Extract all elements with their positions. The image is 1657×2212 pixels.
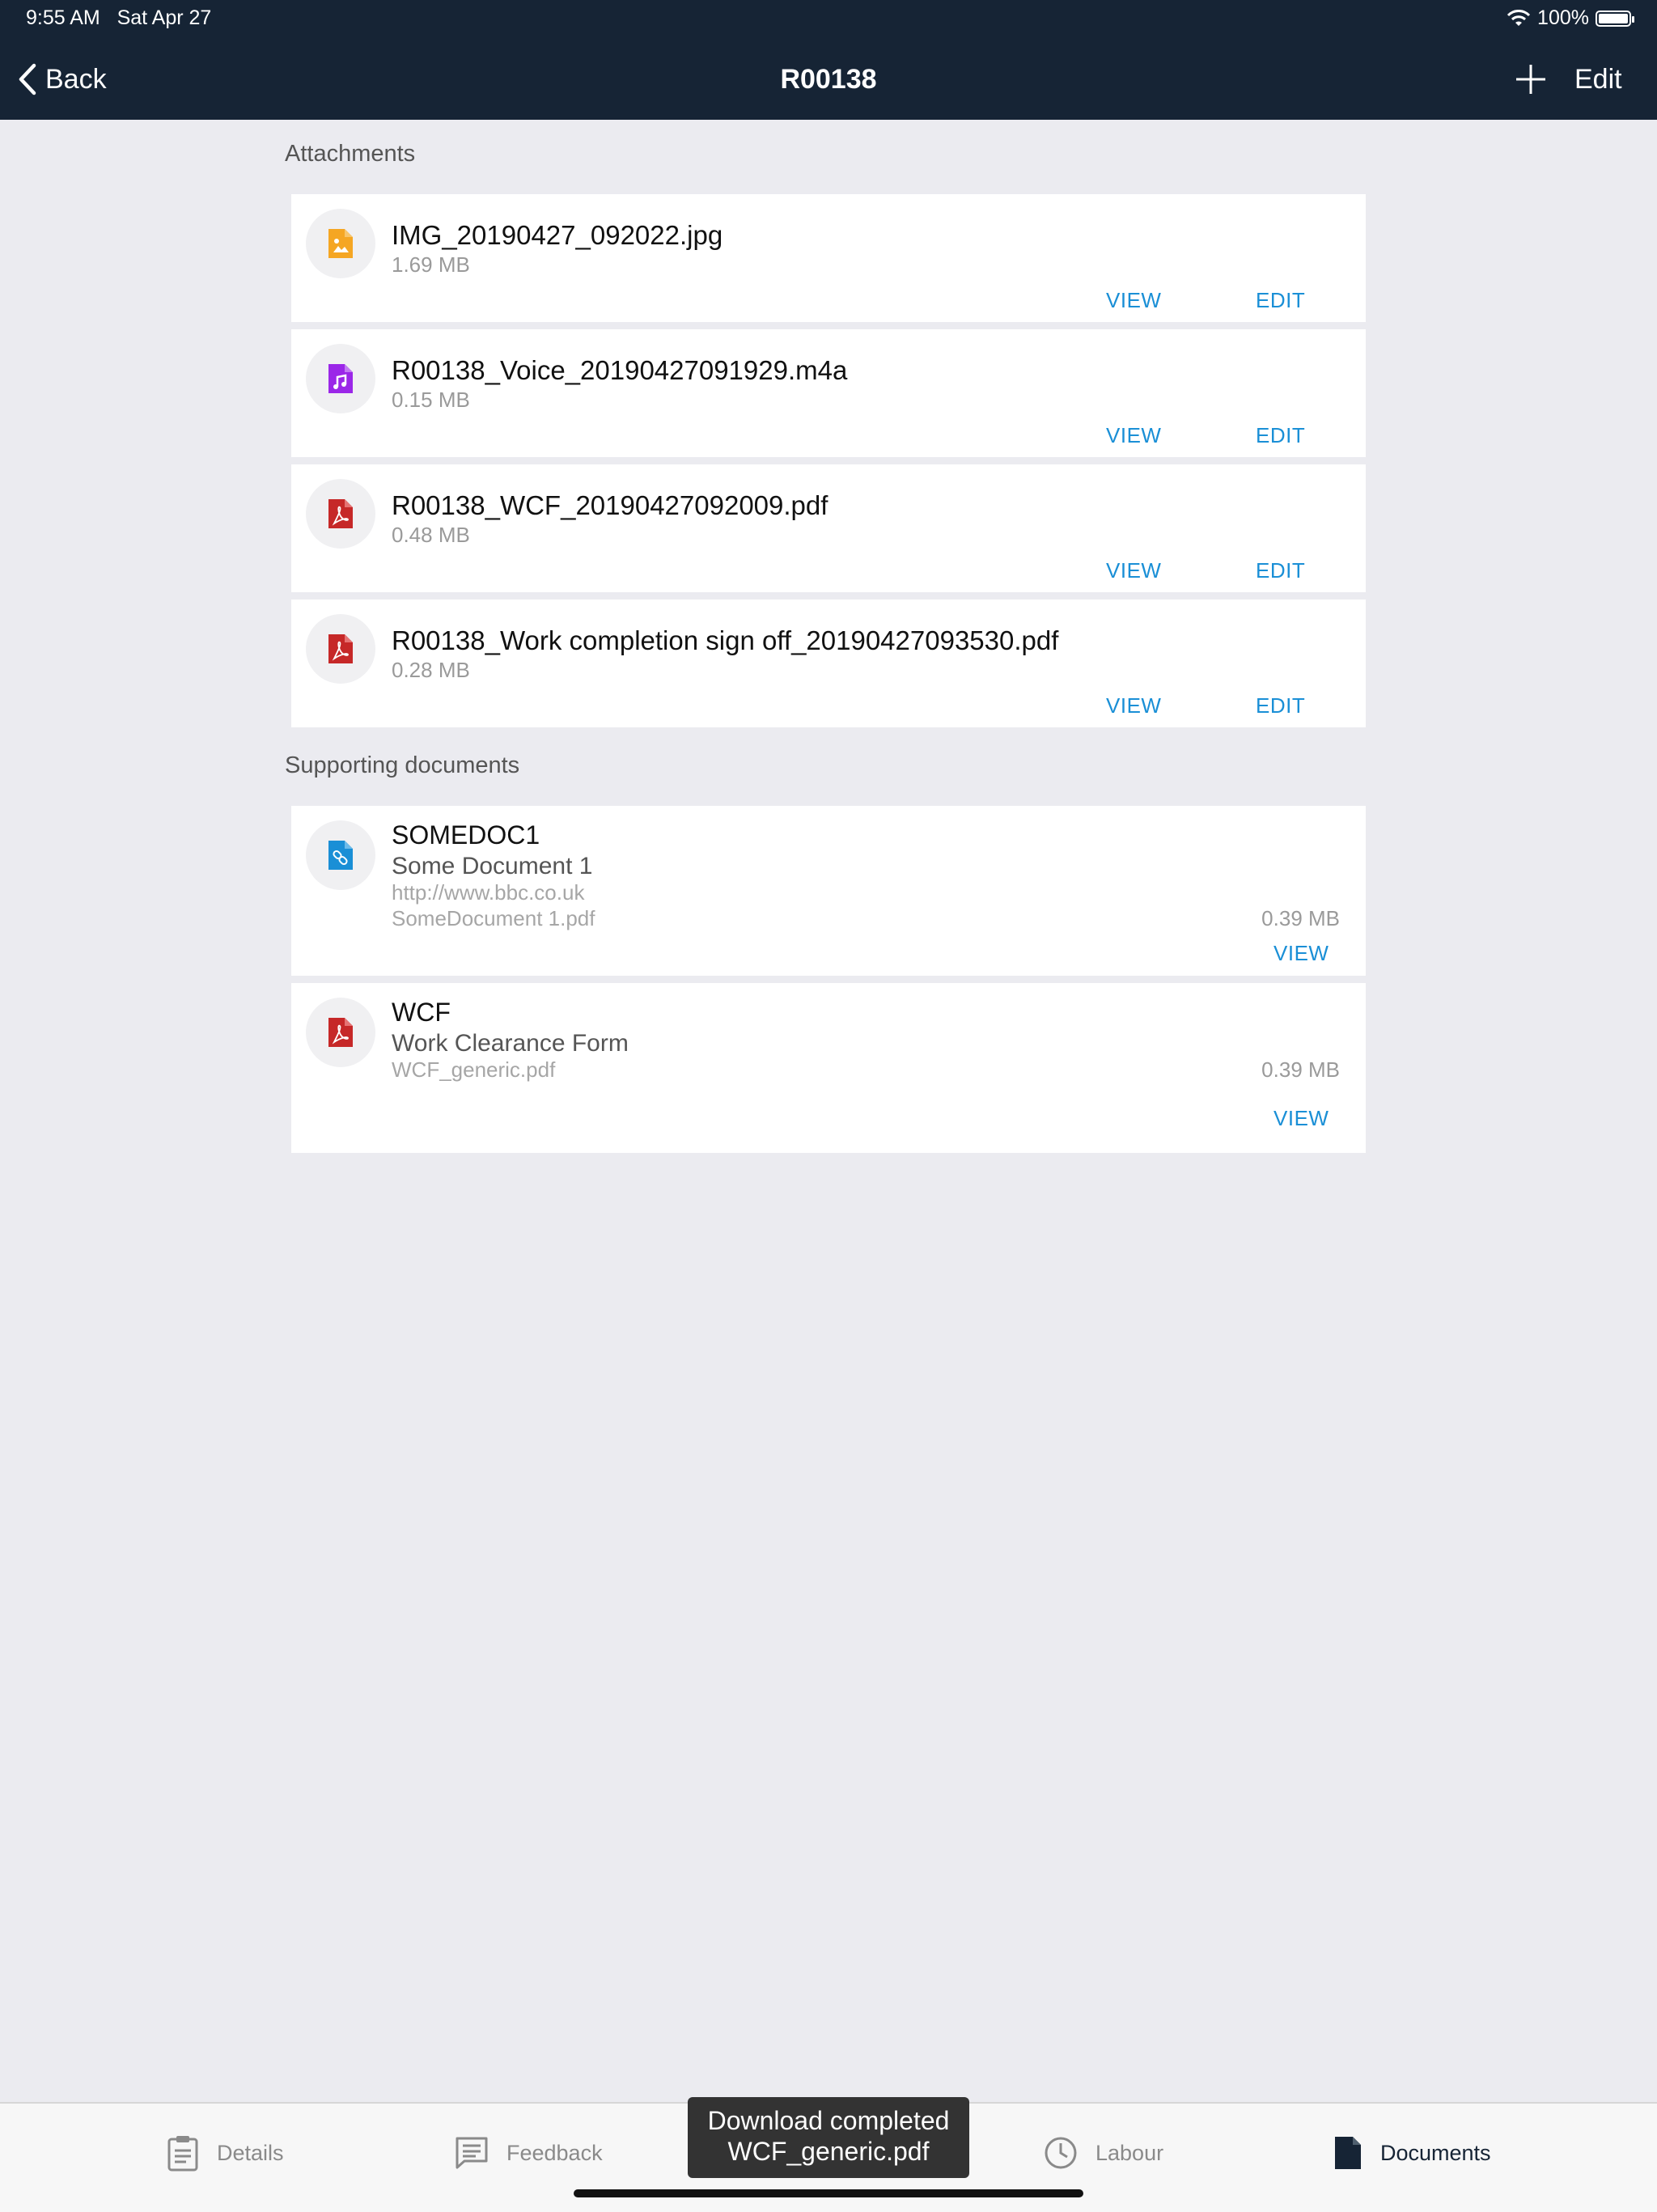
document-code: SOMEDOC1: [392, 820, 540, 850]
battery-percent: 100%: [1537, 6, 1589, 29]
document-icon: [1335, 2137, 1361, 2169]
clipboard-icon: [167, 2136, 198, 2172]
toast-message: Download completed: [707, 2106, 950, 2135]
attachment-card: IMG_20190427_092022.jpg 1.69 MB VIEW EDI…: [291, 194, 1366, 322]
document-file-name: WCF_generic.pdf: [392, 1057, 556, 1082]
audio-file-icon: [306, 344, 375, 413]
tab-labour[interactable]: Labour: [1044, 2131, 1163, 2175]
document-code: WCF: [392, 998, 451, 1027]
edit-button[interactable]: Edit: [1574, 58, 1622, 100]
download-toast: Download completed WCF_generic.pdf: [688, 2097, 969, 2178]
view-button[interactable]: VIEW: [1106, 288, 1161, 313]
status-time: 9:55 AM Sat Apr 27: [26, 6, 212, 29]
attachments-section-title: Attachments: [285, 141, 416, 167]
tab-feedback[interactable]: Feedback: [455, 2131, 603, 2175]
tab-label: Feedback: [506, 2140, 603, 2165]
plus-icon: [1516, 65, 1545, 94]
edit-attachment-button[interactable]: EDIT: [1256, 558, 1305, 583]
chevron-left-icon: [19, 63, 36, 95]
view-button[interactable]: VIEW: [1273, 941, 1329, 966]
view-button[interactable]: VIEW: [1106, 423, 1161, 448]
document-file-name: SomeDocument 1.pdf: [392, 906, 595, 930]
attachment-file-name: IMG_20190427_092022.jpg: [392, 220, 723, 250]
attachment-card: R00138_WCF_20190427092009.pdf 0.48 MB VI…: [291, 464, 1366, 592]
toast-file-name: WCF_generic.pdf: [727, 2137, 930, 2166]
link-file-icon: [306, 820, 375, 890]
view-button[interactable]: VIEW: [1106, 693, 1161, 718]
attachment-file-size: 0.28 MB: [392, 658, 470, 682]
tab-details[interactable]: Details: [167, 2131, 284, 2175]
tab-label: Details: [217, 2140, 284, 2165]
supporting-document-card: SOMEDOC1 Some Document 1 http://www.bbc.…: [291, 806, 1366, 976]
attachment-file-size: 0.15 MB: [392, 388, 470, 412]
attachment-file-size: 0.48 MB: [392, 523, 470, 547]
pdf-file-icon: [306, 998, 375, 1067]
tab-label: Documents: [1380, 2140, 1491, 2165]
supporting-document-card: WCF Work Clearance Form WCF_generic.pdf …: [291, 983, 1366, 1153]
pdf-file-icon: [306, 614, 375, 684]
status-indicators: 100%: [1507, 6, 1634, 30]
page-title: R00138: [780, 64, 877, 95]
home-indicator[interactable]: [574, 2189, 1083, 2197]
back-label: Back: [45, 63, 107, 95]
supporting-documents-section-title: Supporting documents: [285, 752, 520, 778]
edit-attachment-button[interactable]: EDIT: [1256, 423, 1305, 448]
clock-icon: [1045, 2137, 1077, 2169]
document-url: http://www.bbc.co.uk: [392, 880, 585, 905]
tab-label: Labour: [1095, 2140, 1164, 2165]
document-description: Some Document 1: [392, 853, 593, 879]
attachment-card: R00138_Work completion sign off_20190427…: [291, 600, 1366, 727]
document-file-size: 0.39 MB: [1261, 1057, 1340, 1082]
attachment-file-name: R00138_Work completion sign off_20190427…: [392, 625, 1059, 655]
attachment-card: R00138_Voice_20190427091929.m4a 0.15 MB …: [291, 329, 1366, 457]
attachment-file-name: R00138_Voice_20190427091929.m4a: [392, 355, 848, 385]
tab-documents[interactable]: Documents: [1333, 2131, 1491, 2175]
pdf-file-icon: [306, 479, 375, 549]
top-bar: 9:55 AM Sat Apr 27 100% Back R00138 Edit: [0, 0, 1657, 120]
back-button[interactable]: Back: [18, 58, 107, 100]
view-button[interactable]: VIEW: [1273, 1106, 1329, 1131]
document-file-size: 0.39 MB: [1261, 906, 1340, 930]
edit-attachment-button[interactable]: EDIT: [1256, 693, 1305, 718]
attachment-file-name: R00138_WCF_20190427092009.pdf: [392, 490, 828, 520]
image-file-icon: [306, 209, 375, 278]
attachment-file-size: 1.69 MB: [392, 252, 470, 277]
document-description: Work Clearance Form: [392, 1030, 629, 1057]
battery-icon: [1596, 10, 1634, 27]
edit-attachment-button[interactable]: EDIT: [1256, 288, 1305, 313]
view-button[interactable]: VIEW: [1106, 558, 1161, 583]
add-button[interactable]: [1511, 58, 1550, 100]
wifi-icon: [1507, 9, 1531, 26]
comment-icon: [456, 2137, 488, 2169]
